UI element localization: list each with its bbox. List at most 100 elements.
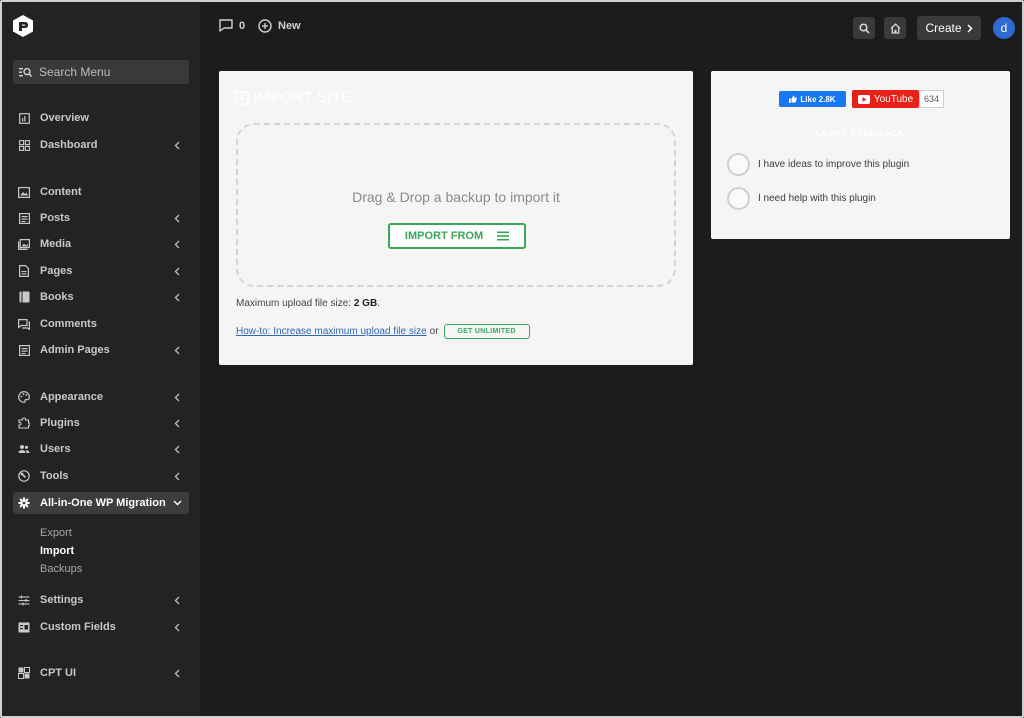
sidebar-item-comments[interactable]: Comments xyxy=(13,313,189,335)
feedback-option-ideas[interactable]: I have ideas to improve this plugin xyxy=(727,153,909,176)
howto-increase-upload-link[interactable]: How-to: Increase maximum upload file siz… xyxy=(236,326,427,337)
sidebar-item-appearance[interactable]: Appearance xyxy=(13,386,189,408)
or-text: or xyxy=(429,326,439,337)
sidebar-item-books[interactable]: Books xyxy=(13,286,189,308)
dashboard-grid-icon xyxy=(18,139,30,151)
youtube-play-icon xyxy=(857,94,870,104)
search-button[interactable] xyxy=(853,17,875,39)
sidebar-item-label: Plugins xyxy=(40,417,80,429)
palette-icon xyxy=(18,391,30,403)
import-from-button[interactable]: IMPORT FROM xyxy=(388,223,526,249)
comments-icon xyxy=(18,318,30,330)
comments-count: 0 xyxy=(239,19,246,32)
users-icon xyxy=(18,443,30,455)
sidebar-item-label: Posts xyxy=(40,212,70,224)
content-icon xyxy=(18,186,30,198)
sidebar-item-label: Admin Pages xyxy=(40,344,110,356)
sidebar-item-posts[interactable]: Posts xyxy=(13,207,189,229)
chevron-left-icon xyxy=(171,291,183,303)
settings-sliders-icon xyxy=(18,594,30,606)
submenu-backups[interactable]: Backups xyxy=(40,563,82,575)
sidebar-item-media[interactable]: Media xyxy=(13,233,189,255)
chevron-right-icon xyxy=(966,23,973,33)
chevron-left-icon xyxy=(171,470,183,482)
chevron-left-icon xyxy=(171,212,183,224)
create-label: Create xyxy=(925,21,962,35)
user-avatar[interactable]: d xyxy=(993,17,1015,39)
max-size-suffix: . xyxy=(377,298,380,309)
youtube-subscriber-count: 634 xyxy=(919,90,944,108)
sidebar-item-tools[interactable]: Tools xyxy=(13,465,189,487)
sidebar-item-label: Comments xyxy=(40,318,97,330)
posts-icon xyxy=(18,212,30,224)
cpt-ui-icon xyxy=(18,667,30,679)
import-site-panel: IMPORT SITE Drag & Drop a backup to impo… xyxy=(219,71,693,365)
sidebar-item-all-in-one-wp-migration[interactable]: All-in-One WP Migration xyxy=(13,492,189,514)
sidebar-item-content[interactable]: Content xyxy=(13,181,189,203)
facebook-like-button[interactable]: Like 2.8K xyxy=(779,91,846,107)
sidebar-item-admin-pages[interactable]: Admin Pages xyxy=(13,339,189,361)
sidebar-item-cpt-ui[interactable]: CPT UI xyxy=(13,662,189,684)
sidebar-item-pages[interactable]: Pages xyxy=(13,260,189,282)
sidebar-item-label: All-in-One WP Migration xyxy=(40,497,166,509)
custom-fields-icon xyxy=(18,621,30,633)
sidebar-item-plugins[interactable]: Plugins xyxy=(13,412,189,434)
home-button[interactable] xyxy=(884,17,906,39)
sidebar-item-settings[interactable]: Settings xyxy=(13,589,189,611)
app-window: Search Menu Overview Dashboard Content P… xyxy=(0,0,1024,718)
facebook-like-label: Like 2.8K xyxy=(800,94,836,104)
howto-row: How-to: Increase maximum upload file siz… xyxy=(236,324,530,339)
sidebar-item-custom-fields[interactable]: Custom Fields xyxy=(13,616,189,638)
sidebar-item-dashboard[interactable]: Dashboard xyxy=(13,134,189,156)
chevron-left-icon xyxy=(171,238,183,250)
overview-icon xyxy=(18,112,30,124)
sidebar-item-label: Pages xyxy=(40,265,73,277)
import-site-title: IMPORT SITE xyxy=(235,89,352,106)
feedback-panel: Like 2.8K YouTube 634 LEAVE FEEDBACK I h… xyxy=(711,71,1010,239)
sidebar-item-label: Media xyxy=(40,238,72,250)
feedback-option-help[interactable]: I need help with this plugin xyxy=(727,187,876,210)
media-icon xyxy=(18,238,30,250)
drop-zone-text: Drag & Drop a backup to import it xyxy=(352,189,560,205)
site-logo-icon[interactable] xyxy=(12,14,34,38)
drop-zone[interactable]: Drag & Drop a backup to import it IMPORT… xyxy=(236,123,676,287)
sidebar-item-label: Books xyxy=(40,291,74,303)
comment-bubble-icon xyxy=(219,19,233,32)
tools-icon xyxy=(18,470,30,482)
youtube-label: YouTube xyxy=(873,93,914,105)
search-menu-icon xyxy=(19,67,32,77)
sidebar-item-overview[interactable]: Overview xyxy=(13,107,189,129)
youtube-subscribe-button[interactable]: YouTube xyxy=(852,90,919,108)
search-menu-input[interactable]: Search Menu xyxy=(13,60,189,84)
sidebar-item-label: Settings xyxy=(40,594,84,606)
get-unlimited-button[interactable]: GET UNLIMITED xyxy=(443,324,530,339)
home-icon xyxy=(890,22,900,34)
search-icon xyxy=(858,22,870,34)
max-size-value: 2 GB xyxy=(353,298,378,309)
chevron-left-icon xyxy=(171,139,183,151)
chevron-left-icon xyxy=(171,265,183,277)
top-toolbar: 0 New Create d xyxy=(200,2,1022,52)
comments-counter-button[interactable]: 0 xyxy=(219,19,245,32)
radio-button[interactable] xyxy=(727,153,750,176)
radio-button[interactable] xyxy=(727,187,750,210)
sidebar-item-label: Tools xyxy=(40,470,69,482)
admin-pages-icon xyxy=(18,344,30,356)
gear-icon xyxy=(18,497,30,509)
plus-circle-icon xyxy=(258,19,272,33)
new-content-button[interactable]: New xyxy=(258,19,301,33)
chevron-left-icon xyxy=(171,344,183,356)
sidebar-item-users[interactable]: Users xyxy=(13,438,189,460)
import-site-title-text: IMPORT SITE xyxy=(253,89,352,106)
chevron-left-icon xyxy=(171,443,183,455)
submenu-export[interactable]: Export xyxy=(40,527,72,539)
feedback-option-label: I need help with this plugin xyxy=(758,193,876,204)
submenu-import[interactable]: Import xyxy=(40,545,74,557)
create-button[interactable]: Create xyxy=(917,16,981,40)
import-from-label: IMPORT FROM xyxy=(404,230,484,242)
sidebar-item-label: Content xyxy=(40,186,82,198)
feedback-option-label: I have ideas to improve this plugin xyxy=(758,159,910,170)
max-upload-size-text: Maximum upload file size: 2 GB. xyxy=(236,298,380,309)
sidebar-item-label: Overview xyxy=(40,112,89,124)
leave-feedback-title: LEAVE FEEDBACK xyxy=(816,128,905,138)
